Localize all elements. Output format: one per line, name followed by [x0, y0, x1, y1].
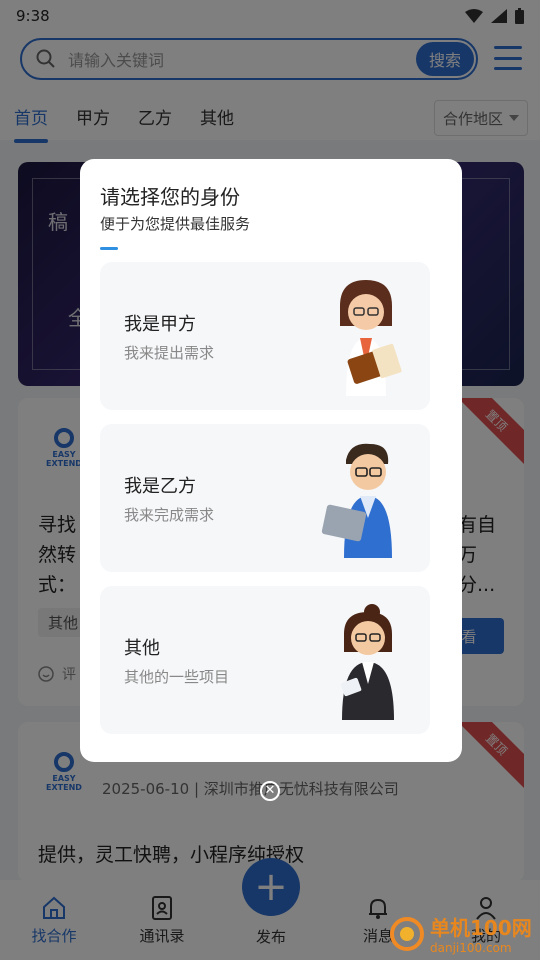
option-other[interactable]: 其他 其他的一些项目 [100, 586, 430, 734]
close-icon[interactable]: ✕ [260, 781, 280, 801]
option-desc: 我来完成需求 [124, 506, 215, 524]
dialog-subtitle: 便于为您提供最佳服务 [100, 215, 251, 233]
option-desc: 其他的一些项目 [124, 668, 230, 686]
man-with-laptop-icon [321, 443, 392, 558]
option-title: 我是甲方 [124, 314, 196, 335]
option-title: 我是乙方 [124, 476, 196, 497]
site-watermark: 单机100网 danji100.com [390, 912, 532, 955]
option-party-b[interactable]: 我是乙方 我来完成需求 [100, 424, 430, 572]
dialog-title: 请选择您的身份 [100, 185, 240, 209]
woman-holding-phone-icon [340, 604, 394, 720]
watermark-logo-icon [390, 916, 424, 951]
watermark-title: 单机100网 [430, 916, 532, 940]
option-party-a[interactable]: 我是甲方 我来提出需求 [100, 262, 430, 410]
option-desc: 我来提出需求 [124, 344, 215, 362]
option-title: 其他 [124, 638, 160, 659]
watermark-url: danji100.com [430, 941, 512, 955]
title-underline [100, 247, 118, 250]
woman-reading-book-icon [340, 280, 402, 396]
identity-dialog: 请选择您的身份 便于为您提供最佳服务 我是甲方 我来提出需求 我是乙方 我来完成… [80, 159, 462, 762]
